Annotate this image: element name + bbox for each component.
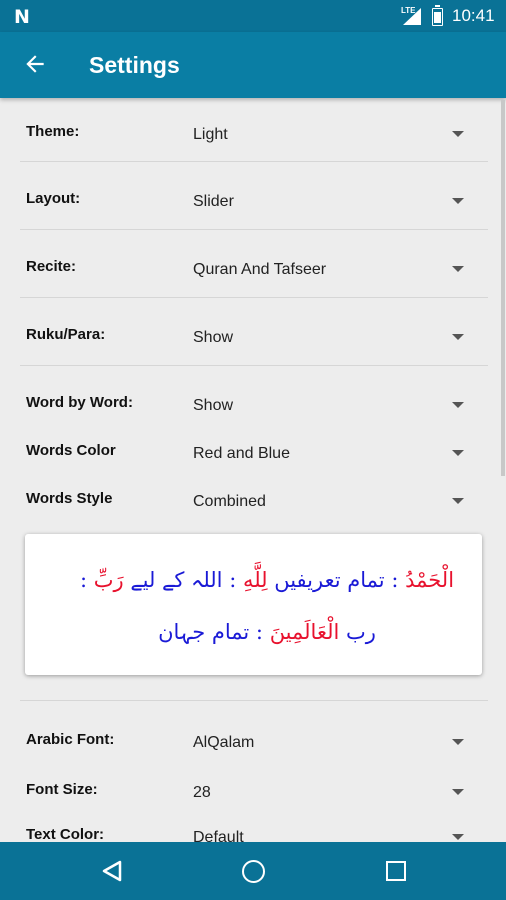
dropdown-caret-icon[interactable] xyxy=(452,266,464,272)
scrollbar[interactable] xyxy=(501,100,505,476)
font-size-label: Font Size: xyxy=(26,781,98,798)
preview-meaning: رب xyxy=(339,620,376,644)
preview-line-1: الْحَمْدُ : تمام تعریفیں لِلَّهِ : اللہ … xyxy=(52,568,482,592)
arabic-font-setting[interactable]: Arabic Font: AlQalam xyxy=(0,724,490,764)
theme-value[interactable]: Light xyxy=(193,126,228,144)
status-bar: N LTE 10:41 xyxy=(0,0,506,32)
preview-meaning: : اللہ کے لیے xyxy=(123,568,243,592)
text-color-label: Text Color: xyxy=(26,826,105,842)
back-arrow-icon[interactable] xyxy=(22,50,48,78)
preview-word: الْعَالَمِينَ xyxy=(269,620,340,644)
nav-back-icon[interactable] xyxy=(101,860,123,882)
network-label: LTE xyxy=(401,6,416,15)
theme-label: Theme: xyxy=(26,123,80,140)
layout-label: Layout: xyxy=(26,190,81,207)
dropdown-caret-icon[interactable] xyxy=(452,402,464,408)
font-size-setting[interactable]: Font Size: 28 xyxy=(0,774,490,814)
nav-home-icon[interactable] xyxy=(242,860,265,883)
preview-meaning: : تمام جہان xyxy=(158,620,270,644)
settings-list[interactable]: Theme: Light Layout: Slider Recite: Qura… xyxy=(0,98,506,842)
text-color-value[interactable]: Default xyxy=(193,829,244,842)
dropdown-caret-icon[interactable] xyxy=(452,450,464,456)
preview-word: رَبِّ xyxy=(93,568,124,592)
font-size-value[interactable]: 28 xyxy=(193,784,211,802)
words-style-setting[interactable]: Words Style Combined xyxy=(0,484,490,524)
words-color-value[interactable]: Red and Blue xyxy=(193,445,290,463)
preview-line-2: رب الْعَالَمِينَ : تمام جہان xyxy=(52,620,482,644)
dropdown-caret-icon[interactable] xyxy=(452,834,464,840)
notification-icon: N xyxy=(14,6,30,28)
layout-setting[interactable]: Layout: Slider xyxy=(0,162,490,230)
dropdown-caret-icon[interactable] xyxy=(452,334,464,340)
dropdown-caret-icon[interactable] xyxy=(452,198,464,204)
status-time: 10:41 xyxy=(452,6,495,25)
words-style-label: Words Style xyxy=(26,490,113,507)
page-title: Settings xyxy=(89,52,180,78)
words-color-label: Words Color xyxy=(26,442,116,459)
dropdown-caret-icon[interactable] xyxy=(452,789,464,795)
arabic-font-value[interactable]: AlQalam xyxy=(193,734,254,752)
ruku-para-setting[interactable]: Ruku/Para: Show xyxy=(0,298,490,366)
dropdown-caret-icon[interactable] xyxy=(452,739,464,745)
ruku-para-value[interactable]: Show xyxy=(193,329,233,347)
words-style-value[interactable]: Combined xyxy=(193,493,266,511)
words-color-setting[interactable]: Words Color Red and Blue xyxy=(0,436,490,476)
preview-word: لِلَّهِ xyxy=(242,568,268,592)
preview-word: الْحَمْدُ xyxy=(405,568,455,592)
navigation-bar xyxy=(0,842,506,900)
nav-recents-icon[interactable] xyxy=(386,861,406,881)
preview-meaning: : xyxy=(79,568,94,592)
word-by-word-setting[interactable]: Word by Word: Show xyxy=(0,388,490,428)
ruku-para-label: Ruku/Para: xyxy=(26,326,106,343)
text-color-setting[interactable]: Text Color: Default xyxy=(0,820,490,842)
word-preview-card: الْحَمْدُ : تمام تعریفیں لِلَّهِ : اللہ … xyxy=(25,534,482,675)
word-by-word-value[interactable]: Show xyxy=(193,397,233,415)
theme-setting[interactable]: Theme: Light xyxy=(0,98,490,162)
dropdown-caret-icon[interactable] xyxy=(452,131,464,137)
app-bar: Settings xyxy=(0,32,506,98)
word-by-word-label: Word by Word: xyxy=(26,394,133,411)
divider xyxy=(20,365,488,366)
recite-setting[interactable]: Recite: Quran And Tafseer xyxy=(0,230,490,298)
dropdown-caret-icon[interactable] xyxy=(452,498,464,504)
preview-meaning: : تمام تعریفیں xyxy=(267,568,406,592)
recite-label: Recite: xyxy=(26,258,77,275)
layout-value[interactable]: Slider xyxy=(193,193,234,211)
arabic-font-label: Arabic Font: xyxy=(26,731,115,748)
battery-icon xyxy=(432,5,443,26)
divider xyxy=(20,700,488,701)
recite-value[interactable]: Quran And Tafseer xyxy=(193,261,326,279)
